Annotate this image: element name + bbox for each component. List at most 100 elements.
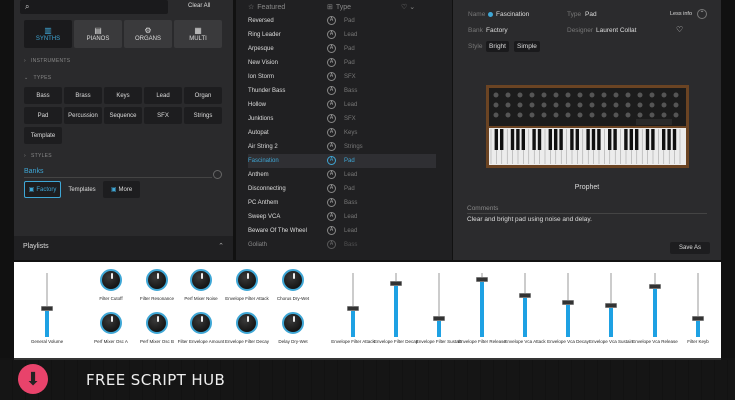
preset-row[interactable]: Reversed A Pad: [248, 14, 436, 28]
style-tag-bright[interactable]: Bright: [486, 41, 509, 52]
preset-type: Lead: [344, 172, 358, 178]
category-synths[interactable]: ▥ SYNTHS: [24, 20, 72, 48]
style-tag-simple[interactable]: Simple: [514, 41, 540, 52]
search-input[interactable]: ⌕: [20, 0, 168, 14]
type-organ[interactable]: Organ: [184, 87, 222, 104]
fader-handle[interactable]: [390, 280, 402, 286]
knob[interactable]: [100, 312, 122, 334]
fader-handle[interactable]: [476, 277, 488, 283]
knob[interactable]: [146, 312, 168, 334]
knob[interactable]: [236, 312, 258, 334]
fader[interactable]: [692, 273, 704, 337]
fader[interactable]: [41, 273, 53, 337]
fader-handle[interactable]: [649, 283, 661, 289]
fader[interactable]: [519, 273, 531, 337]
preset-type: Pad: [344, 46, 355, 52]
preset-type: Pad: [344, 60, 355, 66]
type-bass[interactable]: Bass: [24, 87, 62, 104]
header-label: Featured: [257, 4, 286, 11]
preset-name: Goliath: [248, 242, 268, 248]
preset-name: Arpesque: [248, 46, 274, 52]
preset-row[interactable]: Thunder Bass A Bass: [248, 84, 436, 98]
fader[interactable]: [347, 273, 359, 337]
fader-handle[interactable]: [433, 315, 445, 321]
knob[interactable]: [282, 269, 304, 291]
category-organs[interactable]: ⚙ ORGANS: [124, 20, 172, 48]
knob[interactable]: [100, 269, 122, 291]
knob[interactable]: [190, 269, 212, 291]
fader-handle[interactable]: [692, 315, 704, 321]
fader[interactable]: [390, 273, 402, 337]
type-keys[interactable]: Keys: [104, 87, 142, 104]
type-sfx[interactable]: SFX: [144, 107, 182, 124]
fader[interactable]: [562, 273, 574, 337]
playlists-header[interactable]: Playlists ⌃: [14, 236, 233, 260]
synth-black-key: [510, 129, 515, 150]
preset-row[interactable]: Goliath A Bass: [248, 238, 436, 252]
bank-factory-button[interactable]: ▣ Factory: [24, 181, 61, 198]
synth-knob: [553, 102, 559, 108]
preset-row[interactable]: Autopat A Keys: [248, 126, 436, 140]
type-pad[interactable]: Pad: [24, 107, 62, 124]
type-sequence[interactable]: Sequence: [104, 107, 142, 124]
preset-row[interactable]: Ion Storm A SFX: [248, 70, 436, 84]
fader-handle[interactable]: [347, 306, 359, 312]
preset-row[interactable]: Arpesque A Pad: [248, 42, 436, 56]
knob[interactable]: [282, 312, 304, 334]
fader-handle[interactable]: [562, 299, 574, 305]
fader-handle[interactable]: [605, 303, 617, 308]
type-template[interactable]: Template: [24, 127, 62, 144]
heart-icon[interactable]: ♡: [676, 25, 683, 34]
type-percussion[interactable]: Percussion: [64, 107, 102, 124]
preset-row[interactable]: Anthem A Lead: [248, 168, 436, 182]
category-pianos[interactable]: ▤ PIANOS: [74, 20, 122, 48]
synth-knob: [661, 112, 667, 118]
name-value[interactable]: Fascination: [496, 11, 529, 18]
knob[interactable]: [190, 312, 212, 334]
clear-all-button[interactable]: Clear All: [188, 3, 210, 9]
preset-list-panel: ☆ Featured ⊞ Type ♡ ⌄ Reversed A Pad Ring Lea…: [236, 0, 452, 260]
fader[interactable]: [605, 273, 617, 337]
preset-type: Bass: [344, 242, 358, 248]
fader-handle[interactable]: [41, 306, 53, 312]
bank-more-button[interactable]: ▣ More: [103, 181, 140, 198]
preset-row[interactable]: Junktions A SFX: [248, 112, 436, 126]
preset-avatar-icon: A: [327, 100, 336, 109]
collapse-icon[interactable]: ⌃: [697, 9, 707, 19]
bank-templates-button[interactable]: Templates: [64, 181, 100, 198]
category-multi[interactable]: ▦ MULTI: [174, 20, 222, 48]
preset-avatar-icon: A: [327, 170, 336, 179]
synth-knob: [577, 92, 583, 98]
fader[interactable]: [649, 273, 661, 337]
preset-row[interactable]: Fascination A Pad: [248, 154, 436, 168]
less-info-button[interactable]: Less info: [670, 11, 692, 17]
type-lead[interactable]: Lead: [144, 87, 182, 104]
synth-knob: [589, 92, 595, 98]
preset-row[interactable]: PC Anthem A Bass: [248, 196, 436, 210]
section-types[interactable]: ⌄ TYPES: [24, 75, 51, 81]
knob[interactable]: [146, 269, 168, 291]
knob[interactable]: [236, 269, 258, 291]
preset-row[interactable]: Air String 2 A Strings: [248, 140, 436, 154]
preset-row[interactable]: Beware Of The Wheel A Lead: [248, 224, 436, 238]
preset-row[interactable]: Sweep VCA A Lead: [248, 210, 436, 224]
section-instruments[interactable]: › INSTRUMENTS: [24, 58, 70, 64]
preset-row[interactable]: Disconnecting A Pad: [248, 182, 436, 196]
banks-toggle-icon[interactable]: [213, 170, 222, 179]
preset-row[interactable]: Hollow A Lead: [248, 98, 436, 112]
type-brass[interactable]: Brass: [64, 87, 102, 104]
knob-label: Chorus Dry-Wet: [276, 296, 310, 301]
section-styles[interactable]: › STYLES: [24, 153, 52, 159]
fader[interactable]: [433, 273, 445, 337]
fader-handle[interactable]: [519, 293, 531, 299]
bank-label: Factory: [36, 186, 57, 193]
type-strings[interactable]: Strings: [184, 107, 222, 124]
multi-icon: ▦: [194, 26, 202, 35]
fader[interactable]: [476, 273, 488, 337]
synth-knob: [661, 102, 667, 108]
preset-row[interactable]: New Vision A Pad: [248, 56, 436, 70]
chevron-icon: ⌄: [24, 75, 29, 81]
save-as-button[interactable]: Save As: [670, 242, 710, 254]
synth-black-key: [521, 129, 525, 150]
preset-row[interactable]: Ring Leader A Lead: [248, 28, 436, 42]
